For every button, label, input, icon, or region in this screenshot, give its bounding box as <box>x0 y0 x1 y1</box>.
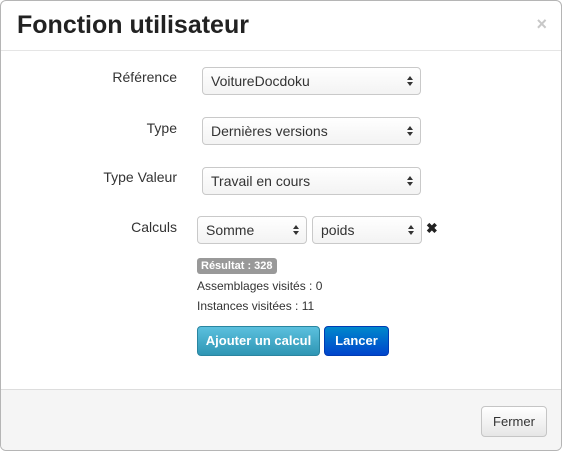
run-button[interactable]: Lancer <box>324 326 389 356</box>
operation-value: Somme <box>206 222 255 238</box>
type-valeur-label: Type Valeur <box>103 169 177 185</box>
add-calculation-button[interactable]: Ajouter un calcul <box>197 326 320 356</box>
calculs-label: Calculs <box>131 219 177 235</box>
dialog-header: Fonction utilisateur × <box>1 1 561 51</box>
instances-visited: Instances visitées : 11 <box>197 299 315 313</box>
type-select[interactable]: Dernières versions <box>202 117 421 145</box>
user-function-dialog: Fonction utilisateur × Référence Voiture… <box>0 0 562 451</box>
type-valeur-select[interactable]: Travail en cours <box>202 167 421 195</box>
assemblages-visited: Assemblages visités : 0 <box>197 279 323 293</box>
close-icon[interactable]: × <box>536 15 547 33</box>
reference-value: VoitureDocdoku <box>211 73 310 89</box>
dialog-title: Fonction utilisateur <box>17 11 249 39</box>
operation-select[interactable]: Somme <box>197 216 307 244</box>
reference-select[interactable]: VoitureDocdoku <box>202 67 421 95</box>
attribute-value: poids <box>321 222 355 238</box>
select-arrows-icon <box>408 225 414 235</box>
close-button[interactable]: Fermer <box>481 406 547 437</box>
attribute-select[interactable]: poids <box>312 216 422 244</box>
select-arrows-icon <box>293 225 299 235</box>
type-valeur-value: Travail en cours <box>211 173 311 189</box>
remove-icon[interactable]: ✖ <box>426 220 438 237</box>
select-arrows-icon <box>407 176 413 186</box>
type-value: Dernières versions <box>211 123 328 139</box>
reference-label: Référence <box>112 69 177 85</box>
dialog-footer: Fermer <box>1 389 561 450</box>
select-arrows-icon <box>407 76 413 86</box>
result-badge: Résultat : 328 <box>197 258 277 274</box>
select-arrows-icon <box>407 126 413 136</box>
type-label: Type <box>146 120 177 136</box>
